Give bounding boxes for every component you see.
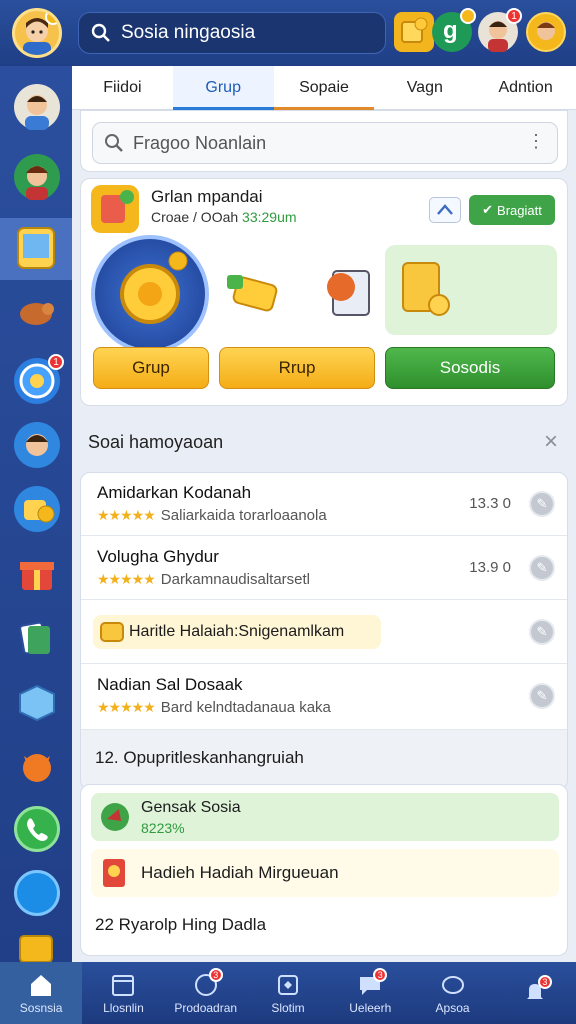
promo-banner: Haritle Halaiah:Snigenamlkam — [93, 615, 381, 649]
tab-vagn[interactable]: Vagn — [374, 66, 475, 109]
nav-message[interactable]: 3 Ueleerh — [329, 962, 411, 1024]
tab-fiidoi[interactable]: Fiidoi — [72, 66, 173, 109]
sidebar-box-icon[interactable] — [14, 678, 60, 724]
nav-slot[interactable]: Slotim — [247, 962, 329, 1024]
game-g-icon[interactable]: g — [432, 8, 476, 52]
profile-icon[interactable] — [526, 12, 566, 52]
stars-icon: ★★★★★ — [97, 507, 156, 523]
list-item[interactable]: 22 Ryarolp Hing Dadla — [95, 915, 266, 935]
sidebar-cards-icon[interactable] — [14, 614, 60, 660]
search-icon — [91, 23, 110, 42]
list-item[interactable]: Amidarkan Kodanah ★★★★★ Saliarkaida torar… — [81, 473, 567, 536]
coin-card-icon — [402, 262, 450, 316]
coin-wallet-icon[interactable] — [394, 12, 434, 52]
edit-icon[interactable]: ✎ — [529, 619, 555, 645]
tab-adntion[interactable]: Adntion — [475, 66, 576, 109]
sidebar-fox-icon[interactable] — [14, 742, 60, 788]
sidebar-character-icon[interactable] — [14, 422, 60, 468]
edit-icon[interactable]: ✎ — [529, 683, 555, 709]
group-title: Grlan mpandai — [151, 187, 263, 206]
nav-home[interactable]: Sosnsia — [0, 962, 83, 1024]
search-placeholder: Fragoo Noanlain — [133, 132, 267, 153]
gear-badge-icon[interactable] — [91, 235, 209, 353]
sidebar-coins-icon[interactable] — [14, 486, 60, 532]
nav-alerts[interactable]: 3 — [494, 962, 576, 1024]
close-icon[interactable]: × — [544, 428, 558, 456]
sidebar-phone-icon[interactable] — [14, 806, 60, 852]
more-options-icon[interactable]: ⋮ — [527, 131, 545, 152]
stars-icon: ★★★★★ — [97, 699, 156, 715]
group-button-sosodis[interactable]: Sosodis — [385, 347, 555, 389]
sidebar: 1 — [0, 66, 72, 963]
status-badge[interactable]: ✔ Bragiatt — [469, 195, 555, 225]
tab-sopaie[interactable]: Sopaie — [273, 66, 375, 110]
bottom-nav: Sosnsia Llosnlin 3 Prodoadran Slotim 3 U… — [0, 962, 576, 1024]
user-avatar[interactable] — [12, 8, 62, 58]
bottom-list: Gensak Sosia 8223% Hadieh Hadiah Mirgueu… — [80, 784, 568, 956]
section-title: Soai hamoyaoan — [88, 432, 224, 452]
list-item[interactable]: Hadieh Hadiah Mirgueuan — [91, 849, 559, 897]
list-item[interactable]: Gensak Sosia 8223% — [91, 793, 559, 841]
whistle-icon — [221, 261, 291, 321]
nav-badge: 3 — [208, 967, 223, 982]
tab-grup[interactable]: Grup — [172, 66, 274, 110]
notification-badge: 1 — [506, 8, 522, 24]
list-item[interactable]: Haritle Halaiah:Snigenamlkam ✎ — [81, 601, 567, 664]
tab-bar: Fiidoi Grup Sopaie Vagn Adntion — [72, 66, 576, 110]
share-icon[interactable] — [429, 197, 461, 223]
friend-avatar-icon[interactable]: 1 — [478, 8, 522, 52]
sidebar-hero-icon[interactable] — [14, 154, 60, 200]
group-button-rrup[interactable]: Rrup — [219, 347, 375, 389]
check-icon: ✔ — [482, 202, 494, 217]
tablet-icon — [17, 227, 55, 269]
nav-calendar[interactable]: Llosnlin — [82, 962, 164, 1024]
group-subtitle: Croae / OOah 33:29um — [151, 209, 297, 225]
top-bar: Sosia ningaosia g 1 — [0, 0, 576, 66]
search-icon — [105, 134, 123, 152]
edit-icon[interactable]: ✎ — [529, 491, 555, 517]
coin-box-icon — [100, 622, 124, 642]
stars-icon: ★★★★★ — [97, 571, 156, 587]
nav-apps[interactable]: Apsoa — [411, 962, 493, 1024]
book-icon — [103, 859, 125, 887]
sidebar-gift-icon[interactable] — [14, 550, 60, 596]
sidebar-globe-icon[interactable]: 1 — [14, 354, 64, 404]
main-panel: Fiidoi Grup Sopaie Vagn Adntion Fragoo N… — [72, 66, 576, 962]
list-item[interactable]: Volugha Ghydur ★★★★★ Darkamnaudisaltarset… — [81, 537, 567, 600]
group-logo-icon — [91, 185, 139, 233]
sidebar-pig-icon[interactable] — [14, 288, 60, 334]
sidebar-badge: 1 — [48, 354, 64, 370]
group-search-input[interactable]: Fragoo Noanlain ⋮ — [92, 122, 558, 164]
list-item[interactable]: Nadian Sal Dosaak ★★★★★ Bard kelndtadanau… — [81, 665, 567, 728]
nav-badge: 3 — [373, 967, 388, 982]
nav-promo[interactable]: 3 Prodoadran — [165, 962, 247, 1024]
edit-icon[interactable]: ✎ — [529, 555, 555, 581]
home-icon — [31, 974, 52, 996]
apps-icon — [441, 975, 464, 994]
activity-list: Amidarkan Kodanah ★★★★★ Saliarkaida torar… — [80, 472, 568, 790]
leaf-icon — [101, 803, 129, 831]
search-bar[interactable]: Sosia ningaosia — [78, 12, 386, 54]
group-button-grup[interactable]: Grup — [93, 347, 209, 389]
sidebar-item-tablet[interactable] — [0, 218, 72, 280]
group-card: Grlan mpandai Croae / OOah 33:29um ✔ Bra… — [80, 178, 568, 406]
search-text: Sosia ningaosia — [121, 22, 256, 43]
sidebar-orb-icon[interactable] — [14, 870, 60, 916]
nav-badge: 3 — [537, 974, 552, 989]
fox-mask-icon — [313, 257, 383, 323]
reward-panel — [385, 245, 557, 335]
coin-badge-icon — [45, 11, 59, 25]
slot-icon — [277, 974, 298, 995]
calendar-icon — [112, 974, 135, 996]
sidebar-avatar-icon[interactable] — [14, 84, 60, 130]
coin-badge-icon — [460, 8, 476, 24]
count-row: 12. Opupritleskanhangruiah — [81, 729, 567, 789]
